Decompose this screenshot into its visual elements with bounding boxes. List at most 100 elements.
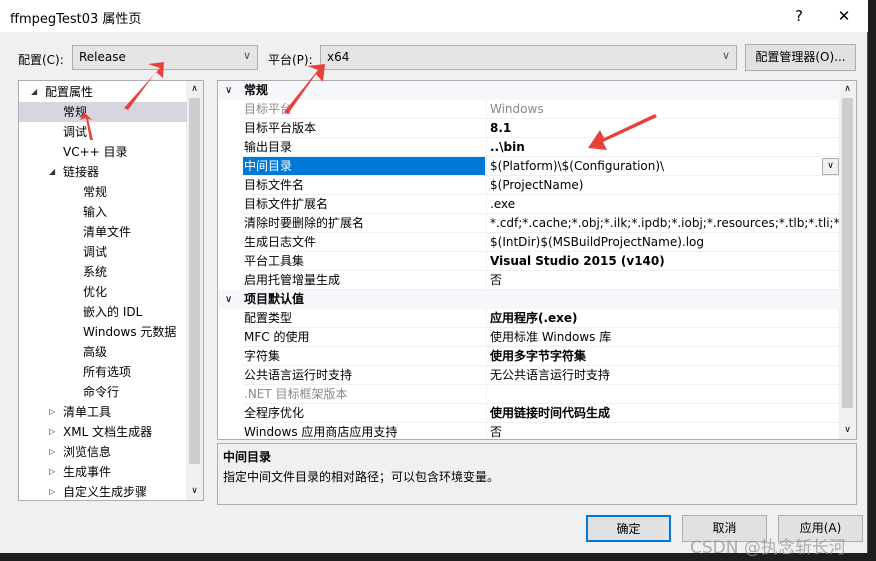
property-value: 使用多字节字符集 xyxy=(486,347,840,366)
property-name: .NET 目标框架版本 xyxy=(243,385,485,404)
tree-item[interactable]: 所有选项 xyxy=(19,362,187,382)
tree-item[interactable]: 高级 xyxy=(19,342,187,362)
property-value: 无公共语言运行时支持 xyxy=(486,366,840,385)
close-button[interactable]: ✕ xyxy=(829,4,859,28)
tree-item-label: XML 文档生成器 xyxy=(63,425,153,439)
tree-item[interactable]: 输入 xyxy=(19,202,187,222)
config-dropdown[interactable]: Release ∨ xyxy=(72,45,258,70)
property-row[interactable]: Windows 应用商店应用支持否 xyxy=(218,423,840,439)
tree-item[interactable]: ◢ 链接器 xyxy=(19,162,187,182)
scroll-down-icon[interactable]: ∨ xyxy=(186,483,203,500)
property-tree: ∧ ∨ ◢ 配置属性 常规 调试 VC++ 目录 ◢ 链接器 常规 输入 清单文件 调试 系统 优化 嵌入… xyxy=(18,80,204,501)
tree-item-label: 链接器 xyxy=(63,165,100,179)
property-row[interactable]: 生成日志文件 $(IntDir)$(MSBuildProjectName).log xyxy=(218,233,840,252)
property-name: 清除时要删除的扩展名 xyxy=(243,214,485,233)
tree-item-label: 所有选项 xyxy=(83,365,132,379)
expanded-icon[interactable]: ◢ xyxy=(49,162,55,182)
tree-item[interactable]: ▷ 自定义生成步骤 xyxy=(19,482,187,500)
tree-item[interactable]: 常规 xyxy=(19,102,187,122)
property-row[interactable]: 平台工具集 Visual Studio 2015 (v140) xyxy=(218,252,840,271)
tree-item[interactable]: 常规 xyxy=(19,182,187,202)
tree-item[interactable]: VC++ 目录 xyxy=(19,142,187,162)
description-text: 指定中间文件目录的相对路径；可以包含环境变量。 xyxy=(223,470,500,484)
tree-item[interactable]: 优化 xyxy=(19,282,187,302)
help-button[interactable]: ? xyxy=(784,4,814,28)
collapsed-icon[interactable]: ▷ xyxy=(49,482,55,500)
category-label: 项目默认值 xyxy=(244,292,305,306)
category-label: 常规 xyxy=(244,83,269,97)
config-label: 配置(C): xyxy=(18,53,64,67)
chevron-down-icon[interactable]: ∨ xyxy=(822,158,839,175)
config-value: Release xyxy=(79,50,126,64)
collapse-icon[interactable]: ∨ xyxy=(225,81,232,100)
tree-item[interactable]: 命令行 xyxy=(19,382,187,402)
category-row[interactable]: ∨ 常规 xyxy=(218,81,840,100)
property-row[interactable]: 字符集 使用多字节字符集 xyxy=(218,347,840,366)
scroll-down-icon[interactable]: ∨ xyxy=(839,422,856,439)
scroll-thumb[interactable] xyxy=(189,98,200,464)
properties-dialog: ffmpegTest03 属性页 ? ✕ 配置(C): Release ∨ 平台(… xyxy=(0,0,868,553)
config-manager-button[interactable]: 配置管理器(O)... xyxy=(745,44,856,71)
property-row[interactable]: 目标平台版本 8.1 xyxy=(218,119,840,138)
platform-dropdown[interactable]: x64 ∨ xyxy=(320,45,737,70)
tree-item[interactable]: 嵌入的 IDL xyxy=(19,302,187,322)
property-row[interactable]: 配置类型 应用程序(.exe) xyxy=(218,309,840,328)
collapsed-icon[interactable]: ▷ xyxy=(49,402,55,422)
scroll-up-icon[interactable]: ∧ xyxy=(839,81,856,98)
property-value: ..\bin xyxy=(486,138,840,157)
property-name: 字符集 xyxy=(243,347,485,366)
property-name: 平台工具集 xyxy=(243,252,485,271)
property-row[interactable]: 全程序优化 使用链接时间代码生成 xyxy=(218,404,840,423)
property-row[interactable]: 目标文件扩展名 .exe xyxy=(218,195,840,214)
tree-item[interactable]: ▷ 浏览信息 xyxy=(19,442,187,462)
collapse-icon[interactable]: ∨ xyxy=(225,290,232,309)
property-name: 配置类型 xyxy=(243,309,485,328)
property-row[interactable]: 公共语言运行时支持 无公共语言运行时支持 xyxy=(218,366,840,385)
category-row[interactable]: ∨ 项目默认值 xyxy=(218,290,840,309)
grid-scrollbar[interactable]: ∧ ∨ xyxy=(839,81,856,439)
tree-item[interactable]: ▷ 生成事件 xyxy=(19,462,187,482)
property-row[interactable]: 目标平台 Windows xyxy=(218,100,840,119)
scroll-up-icon[interactable]: ∧ xyxy=(186,81,203,98)
property-value: $(IntDir)$(MSBuildProjectName).log xyxy=(486,233,840,252)
tree-item[interactable]: Windows 元数据 xyxy=(19,322,187,342)
property-row[interactable]: 启用托管增量生成否 xyxy=(218,271,840,290)
property-value: Windows xyxy=(486,100,840,119)
collapsed-icon[interactable]: ▷ xyxy=(49,422,55,442)
tree-item-label: 浏览信息 xyxy=(63,445,112,459)
property-row[interactable]: 清除时要删除的扩展名 *.cdf;*.cache;*.obj;*.ilk;*.ip… xyxy=(218,214,840,233)
chevron-down-icon: ∨ xyxy=(242,49,251,62)
property-value: 应用程序(.exe) xyxy=(486,309,840,328)
expanded-icon[interactable]: ◢ xyxy=(31,82,37,102)
tree-item-label: Windows 元数据 xyxy=(83,325,177,339)
property-value[interactable]: $(Platform)\$(Configuration)\ xyxy=(486,157,840,176)
scroll-thumb[interactable] xyxy=(842,98,853,408)
property-row[interactable]: .NET 目标框架版本 xyxy=(218,385,840,404)
tree-item[interactable]: ▷ XML 文档生成器 xyxy=(19,422,187,442)
tree-item[interactable]: 调试 xyxy=(19,122,187,142)
tree-item[interactable]: ▷ 清单工具 xyxy=(19,402,187,422)
tree-item[interactable]: 调试 xyxy=(19,242,187,262)
property-name: Windows 应用商店应用支持 xyxy=(243,423,485,439)
property-value: 使用标准 Windows 库 xyxy=(486,328,840,347)
tree-item-label: 高级 xyxy=(83,345,108,359)
property-value xyxy=(486,385,840,404)
property-row[interactable]: MFC 的使用 使用标准 Windows 库 xyxy=(218,328,840,347)
tree-item[interactable]: 清单文件 xyxy=(19,222,187,242)
collapsed-icon[interactable]: ▷ xyxy=(49,462,55,482)
tree-item-label: 优化 xyxy=(83,285,108,299)
property-name: 启用托管增量生成 xyxy=(243,271,485,290)
property-name: 目标文件名 xyxy=(243,176,485,195)
window-title: ffmpegTest03 属性页 xyxy=(10,12,142,27)
collapsed-icon[interactable]: ▷ xyxy=(49,442,55,462)
property-row[interactable]: 输出目录 ..\bin xyxy=(218,138,840,157)
tree-item[interactable]: 系统 xyxy=(19,262,187,282)
property-row[interactable]: 中间目录 $(Platform)\$(Configuration)\ ∨ xyxy=(218,157,840,176)
property-row[interactable]: 目标文件名 $(ProjectName) xyxy=(218,176,840,195)
tree-scrollbar[interactable]: ∧ ∨ xyxy=(186,81,203,500)
tree-item-label: 配置属性 xyxy=(45,85,94,99)
tree-item[interactable]: ◢ 配置属性 xyxy=(19,82,187,102)
description-panel: 中间目录 指定中间文件目录的相对路径；可以包含环境变量。 xyxy=(217,443,857,505)
ok-button[interactable]: 确定 xyxy=(586,515,671,542)
property-name: 目标平台版本 xyxy=(243,119,485,138)
